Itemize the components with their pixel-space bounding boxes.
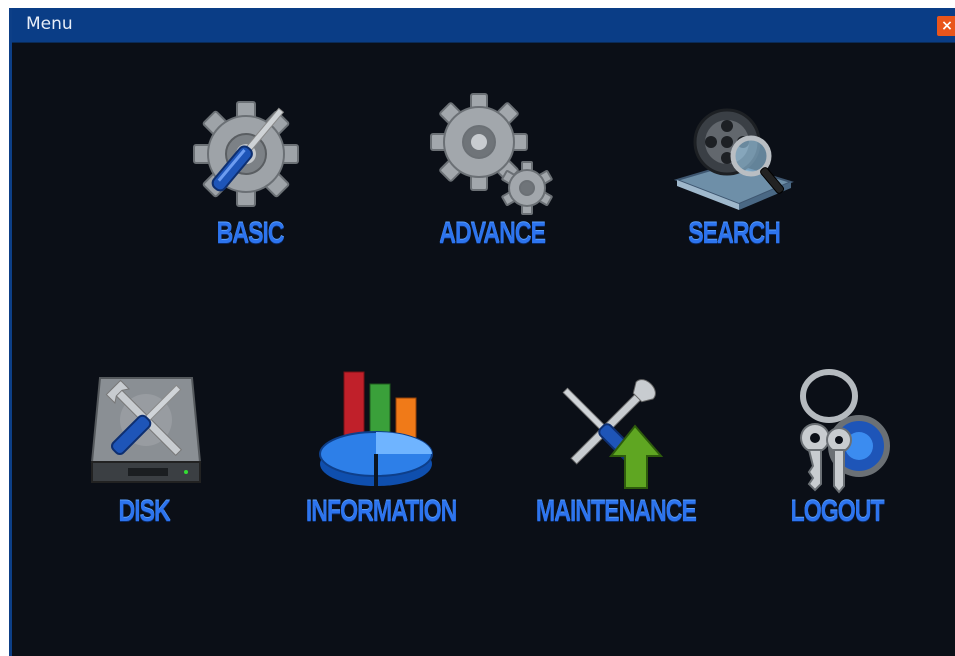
menu-item-information[interactable]: INFORMATION (286, 368, 466, 529)
chart-pie-icon (286, 368, 466, 495)
menu-item-label: MAINTENANCE (535, 495, 697, 528)
gear-screwdriver-icon (180, 92, 320, 217)
menu-item-maintenance[interactable]: MAINTENANCE (516, 370, 697, 529)
close-button[interactable]: × (937, 16, 955, 36)
window-title: Menu (26, 14, 73, 34)
menu-item-advance[interactable]: ADVANCE (417, 90, 567, 251)
menu-item-logout[interactable]: LOGOUT (772, 366, 902, 529)
gears-icon (417, 90, 567, 217)
menu-item-basic[interactable]: BASIC (180, 92, 320, 251)
menu-item-label: INFORMATION (305, 495, 458, 528)
keys-icon (772, 366, 902, 495)
menu-item-label: BASIC (216, 217, 285, 250)
menu-item-disk[interactable]: DISK (74, 370, 214, 529)
menu-item-label: DISK (118, 495, 170, 528)
hard-disk-tools-icon (74, 370, 214, 495)
menu-item-label: LOGOUT (790, 495, 884, 528)
menu-item-search[interactable]: SEARCH (664, 92, 804, 251)
tools-upgrade-icon (516, 370, 696, 495)
menu-item-label: ADVANCE (439, 217, 546, 250)
film-reel-magnifier-icon (664, 92, 804, 217)
menu-item-label: SEARCH (688, 217, 781, 250)
title-bar: Menu × (12, 8, 955, 43)
menu-window: Menu × BASIC ADVANCE SEARCH DISK INFORMA… (9, 8, 955, 656)
